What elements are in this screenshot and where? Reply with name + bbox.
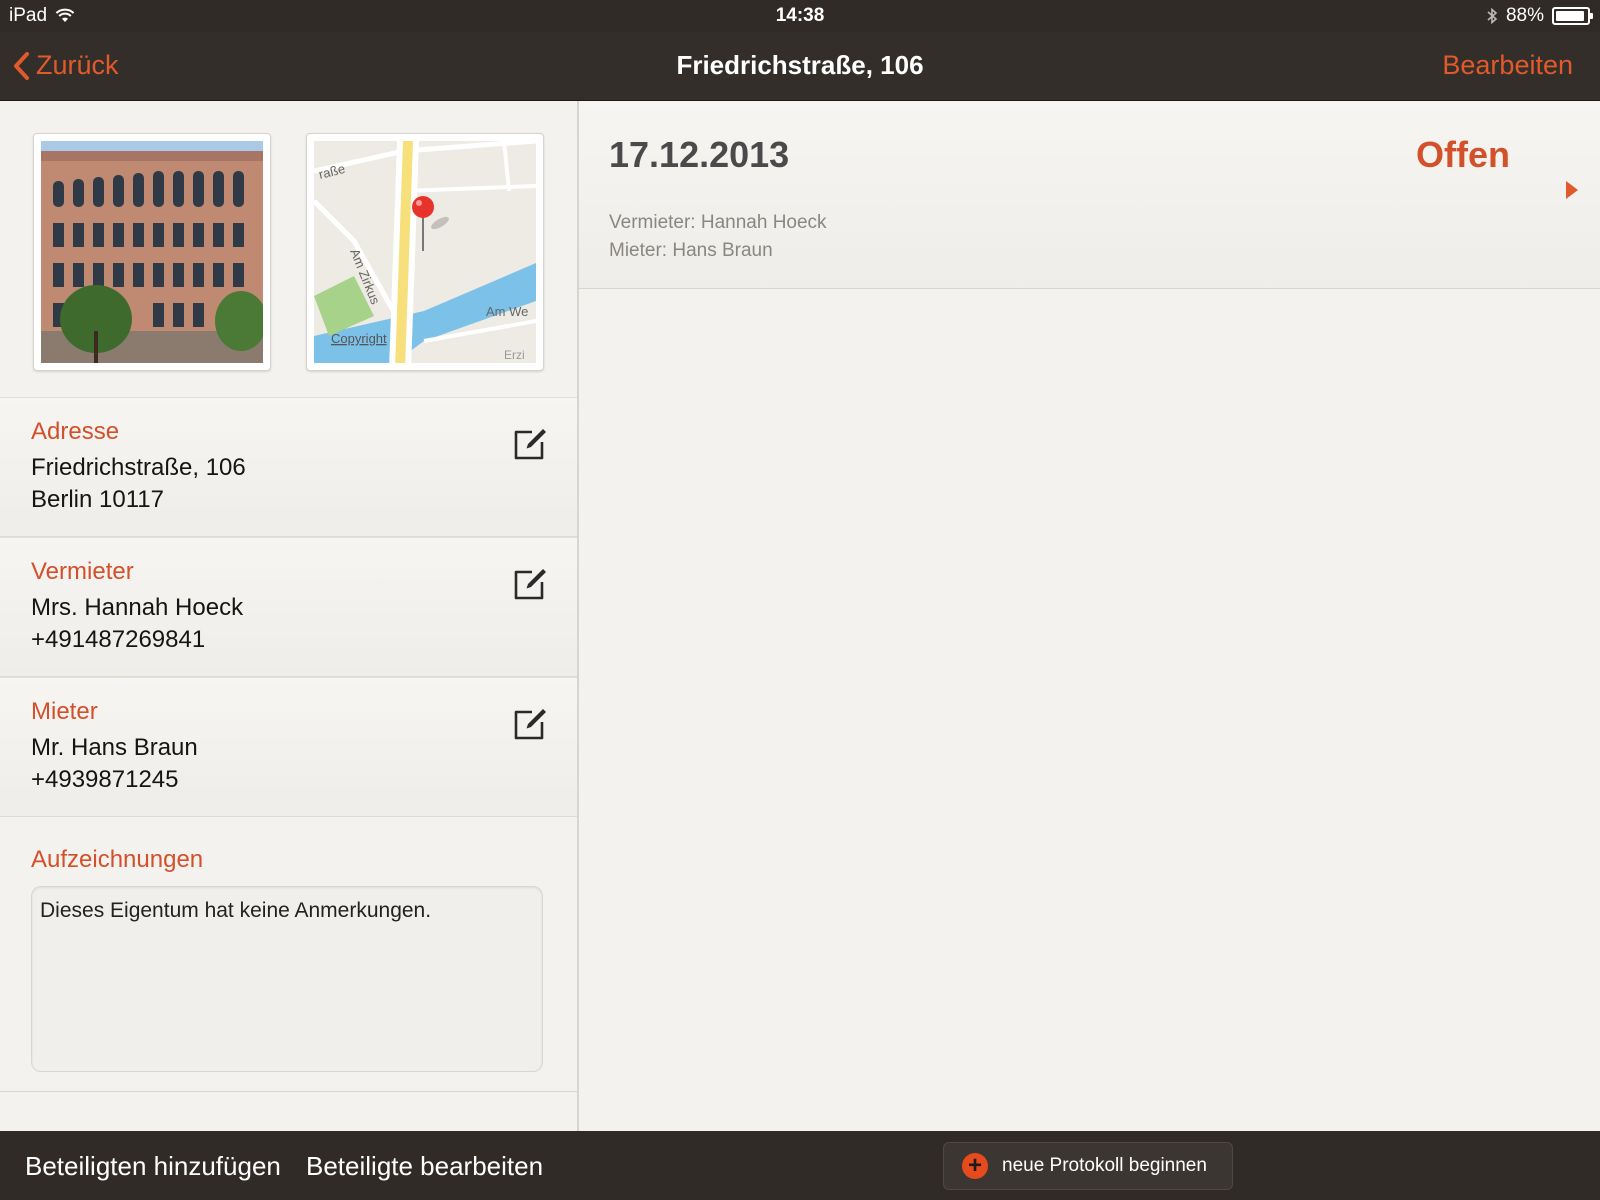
edit-tenant-icon[interactable] bbox=[512, 706, 548, 742]
edit-participants-button[interactable]: Beteiligte bearbeiten bbox=[306, 1151, 543, 1182]
protocol-list-pane: 17.12.2013 Offen Vermieter: Hannah Hoeck… bbox=[579, 101, 1600, 1131]
landlord-name: Mrs. Hannah Hoeck bbox=[31, 594, 244, 621]
address-card: Adresse Friedrichstraße, 106 Berlin 1011… bbox=[0, 397, 577, 537]
protocol-landlord: Vermieter: Hannah Hoeck bbox=[609, 212, 827, 233]
property-details-pane: raße Am Zirkus Am We Erzi Copyright Adre… bbox=[0, 101, 579, 1131]
notes-textarea[interactable]: Dieses Eigentum hat keine Anmerkungen. bbox=[31, 886, 543, 1072]
divider bbox=[0, 1091, 577, 1092]
tenant-label: Mieter bbox=[31, 698, 98, 725]
status-bar: iPad 14:38 88% bbox=[0, 0, 1600, 32]
landlord-phone: +491487269841 bbox=[31, 626, 206, 653]
protocol-row[interactable]: 17.12.2013 Offen Vermieter: Hannah Hoeck… bbox=[579, 101, 1600, 289]
new-protocol-button[interactable]: + neue Protokoll beginnen bbox=[943, 1142, 1233, 1190]
address-city: Berlin 10117 bbox=[31, 486, 164, 513]
bluetooth-icon bbox=[1487, 7, 1498, 25]
landlord-label: Vermieter bbox=[31, 558, 134, 585]
protocol-tenant: Mieter: Hans Braun bbox=[609, 240, 773, 261]
new-protocol-label: neue Protokoll beginnen bbox=[1002, 1155, 1207, 1176]
landlord-card: Vermieter Mrs. Hannah Hoeck +49148726984… bbox=[0, 537, 577, 677]
protocol-status: Offen bbox=[1416, 134, 1510, 175]
map-copyright: Copyright bbox=[331, 331, 387, 346]
edit-button[interactable]: Bearbeiten bbox=[1442, 50, 1573, 81]
location-map[interactable]: raße Am Zirkus Am We Erzi Copyright bbox=[306, 133, 544, 371]
building-photo-image bbox=[41, 141, 263, 363]
disclosure-arrow-icon bbox=[1566, 181, 1578, 199]
add-participant-button[interactable]: Beteiligten hinzufügen bbox=[25, 1151, 281, 1182]
address-street: Friedrichstraße, 106 bbox=[31, 454, 246, 481]
map-image: raße Am Zirkus Am We Erzi Copyright bbox=[314, 141, 536, 363]
protocol-date: 17.12.2013 bbox=[609, 134, 790, 175]
edit-address-icon[interactable] bbox=[512, 426, 548, 462]
edit-landlord-icon[interactable] bbox=[512, 566, 548, 602]
building-photo[interactable] bbox=[33, 133, 271, 371]
map-street-label: Am We bbox=[486, 304, 528, 319]
clock: 14:38 bbox=[775, 5, 825, 26]
map-street-label: Erzi bbox=[504, 348, 525, 362]
page-title: Friedrichstraße, 106 bbox=[676, 50, 924, 80]
battery-percent: 88% bbox=[1505, 5, 1544, 26]
tenant-card: Mieter Mr. Hans Braun +4939871245 bbox=[0, 677, 577, 817]
address-label: Adresse bbox=[31, 418, 120, 445]
tenant-name: Mr. Hans Braun bbox=[31, 734, 198, 761]
tenant-phone: +4939871245 bbox=[31, 766, 179, 793]
navigation-bar: Zurück Friedrichstraße, 106 Bearbeiten bbox=[0, 32, 1600, 101]
battery-icon bbox=[1552, 7, 1593, 25]
plus-icon: + bbox=[962, 1153, 988, 1179]
bottom-toolbar: Beteiligten hinzufügen Beteiligte bearbe… bbox=[0, 1131, 1600, 1200]
notes-label: Aufzeichnungen bbox=[31, 846, 204, 873]
